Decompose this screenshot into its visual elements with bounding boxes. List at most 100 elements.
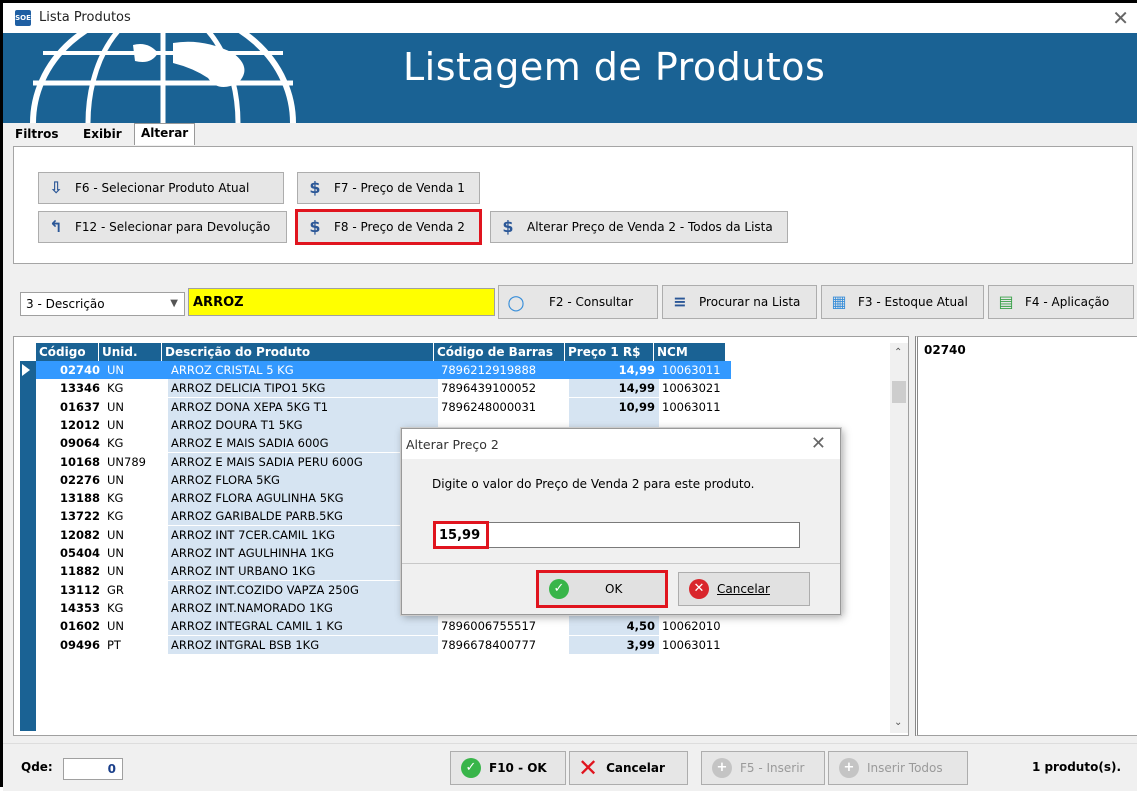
consult-button[interactable]: ○ F2 - Consultar	[498, 285, 658, 319]
ok-label: F10 - OK	[489, 761, 547, 775]
dialog-cancel-label: Cancelar	[717, 582, 770, 596]
ok-button[interactable]: ✓ F10 - OK	[450, 751, 566, 785]
cell-unit: PT	[107, 637, 121, 652]
cell-ncm: 10063011	[662, 637, 721, 652]
product-count: 1 produto(s).	[1031, 760, 1121, 774]
application-label: F4 - Aplicação	[1025, 295, 1110, 309]
qde-field[interactable]: 0	[63, 758, 123, 780]
column-header-code[interactable]: Código	[36, 343, 99, 361]
select-return-button[interactable]: ↰ F12 - Selecionar para Devolução	[38, 211, 287, 243]
dollar-icon: $	[502, 217, 514, 236]
cell-barcode: 7896439100052	[441, 381, 537, 396]
cell-unit: KG	[107, 381, 124, 396]
table-row[interactable]: 01602 UN ARROZ INTEGRAL CAMIL 1 KG 78960067…	[20, 617, 726, 636]
cell-desc: ARROZ INT.COZIDO VAPZA 250G	[168, 580, 438, 599]
banner-title: Listagem de Produtos	[403, 45, 826, 89]
consult-label: F2 - Consultar	[549, 295, 634, 309]
cell-ncm: 10063011	[659, 361, 731, 379]
column-header-ncm[interactable]: NCM	[654, 343, 726, 361]
cell-unit: KG	[107, 491, 124, 506]
search-input[interactable]	[188, 288, 495, 316]
plus-icon: +	[839, 758, 859, 778]
search-field-select[interactable]: 3 - Descrição ▼	[20, 292, 185, 316]
detail-code: 02740	[924, 343, 966, 357]
column-header-barcode[interactable]: Código de Barras	[434, 343, 565, 361]
scroll-down-icon[interactable]: ⌄	[894, 717, 902, 728]
value-highlight	[433, 521, 489, 549]
cell-desc: ARROZ FLORA AGULINHA 5KG	[168, 489, 438, 508]
cell-code: 12012	[59, 417, 100, 432]
clipboard-icon: ▤	[998, 292, 1014, 311]
cell-barcode: 7896248000031	[441, 399, 537, 414]
cell-desc: ARROZ INTGRAL BSB 1KG	[168, 635, 438, 654]
stock-icon: ▦	[831, 292, 847, 311]
close-icon: ✕	[578, 754, 599, 782]
select-return-label: F12 - Selecionar para Devolução	[75, 220, 271, 234]
stock-button[interactable]: ▦ F3 - Estoque Atual	[821, 285, 984, 319]
dialog-title-bar: Alterar Preço 2 ✕	[402, 429, 840, 459]
cell-code: 02276	[59, 472, 100, 487]
dollar-icon: $	[309, 178, 321, 197]
tab-alterar[interactable]: Alterar	[134, 123, 196, 145]
price1-button[interactable]: $ F7 - Preço de Venda 1	[297, 172, 480, 204]
cell-desc: ARROZ INT URBANO 1KG	[168, 562, 438, 581]
price2-button[interactable]: $ F8 - Preço de Venda 2	[295, 209, 482, 245]
find-in-list-button[interactable]: ≡ Procurar na Lista	[662, 285, 817, 319]
cell-code: 13188	[59, 491, 100, 506]
cell-price: 10,99	[569, 397, 659, 416]
column-header-price[interactable]: Preço 1 R$	[565, 343, 654, 361]
cell-barcode: 7896212919888	[438, 361, 569, 379]
cell-unit: KG	[107, 509, 124, 524]
window-title: Lista Produtos	[39, 10, 131, 25]
dialog-separator	[402, 563, 840, 564]
cell-unit: KG	[107, 600, 124, 615]
cell-code: 13346	[59, 381, 100, 396]
banner: Listagem de Produtos	[3, 33, 1137, 123]
insert-button[interactable]: + F5 - Inserir	[701, 751, 825, 785]
table-row[interactable]: 01637 UN ARROZ DONA XEPA 5KG T1 78962480000…	[20, 397, 726, 416]
cell-code: 10168	[59, 454, 100, 469]
column-header-description[interactable]: Descrição do Produto	[162, 343, 434, 361]
cell-desc: ARROZ DOURA T1 5KG	[168, 415, 438, 434]
list-search-icon: ≡	[673, 292, 687, 311]
dialog-message: Digite o valor do Preço de Venda 2 para …	[432, 477, 755, 491]
cell-code: 13112	[59, 582, 100, 597]
scroll-thumb[interactable]	[892, 381, 906, 403]
tab-exibir[interactable]: Exibir	[83, 127, 122, 141]
cell-desc: ARROZ E MAIS SADIA PERU 600G	[168, 452, 438, 471]
dialog-close-icon[interactable]: ✕	[811, 433, 826, 454]
cell-desc: ARROZ INT AGULHINHA 1KG	[168, 544, 438, 562]
table-row[interactable]: 13346 KG ARROZ DELICIA TIPO1 5KG 7896439100…	[20, 379, 726, 398]
select-current-product-button[interactable]: ⇩ F6 - Selecionar Produto Atual	[38, 172, 284, 204]
price2-label: F8 - Preço de Venda 2	[334, 220, 465, 234]
cell-unit: KG	[107, 436, 124, 451]
insert-all-button[interactable]: + Inserir Todos	[828, 751, 968, 785]
column-header-unit[interactable]: Unid.	[99, 343, 162, 361]
cell-desc: ARROZ INT 7CER.CAMIL 1KG	[168, 525, 438, 544]
dialog-cancel-button[interactable]: ✕ Cancelar	[678, 572, 810, 606]
cell-code: 12082	[59, 527, 100, 542]
application-button[interactable]: ▤ F4 - Aplicação	[988, 285, 1134, 319]
plus-icon: +	[712, 758, 732, 778]
cell-code: 11882	[59, 564, 100, 579]
cell-unit: UN	[104, 361, 168, 379]
cell-ncm: 10063021	[662, 381, 721, 396]
cell-ncm: 10063011	[662, 399, 721, 414]
cell-barcode: 7896006755517	[441, 619, 537, 634]
cancel-button[interactable]: ✕ Cancelar	[569, 751, 688, 785]
close-icon[interactable]: ✕	[1112, 6, 1129, 30]
table-row[interactable]: 02740 UN ARROZ CRISTAL 5 KG 7896212919888 14…	[20, 361, 731, 379]
cell-code: 01602	[59, 619, 100, 634]
scroll-up-icon[interactable]: ⌃	[894, 347, 902, 358]
tab-filtros[interactable]: Filtros	[15, 127, 58, 141]
price1-label: F7 - Preço de Venda 1	[334, 181, 465, 195]
return-icon: ↰	[49, 217, 63, 236]
cell-code: 01637	[59, 399, 100, 414]
cell-unit: UN	[107, 546, 125, 560]
dialog-ok-button[interactable]: ✓ OK	[536, 570, 668, 608]
table-row[interactable]: 09496 PT ARROZ INTGRAL BSB 1KG 789667840077…	[20, 635, 726, 654]
cell-unit: GR	[107, 582, 124, 597]
chevron-down-icon: ▼	[170, 298, 178, 309]
vertical-scrollbar[interactable]: ⌃ ⌄	[890, 343, 908, 733]
price2-all-button[interactable]: $ Alterar Preço de Venda 2 - Todos da Li…	[490, 211, 788, 243]
